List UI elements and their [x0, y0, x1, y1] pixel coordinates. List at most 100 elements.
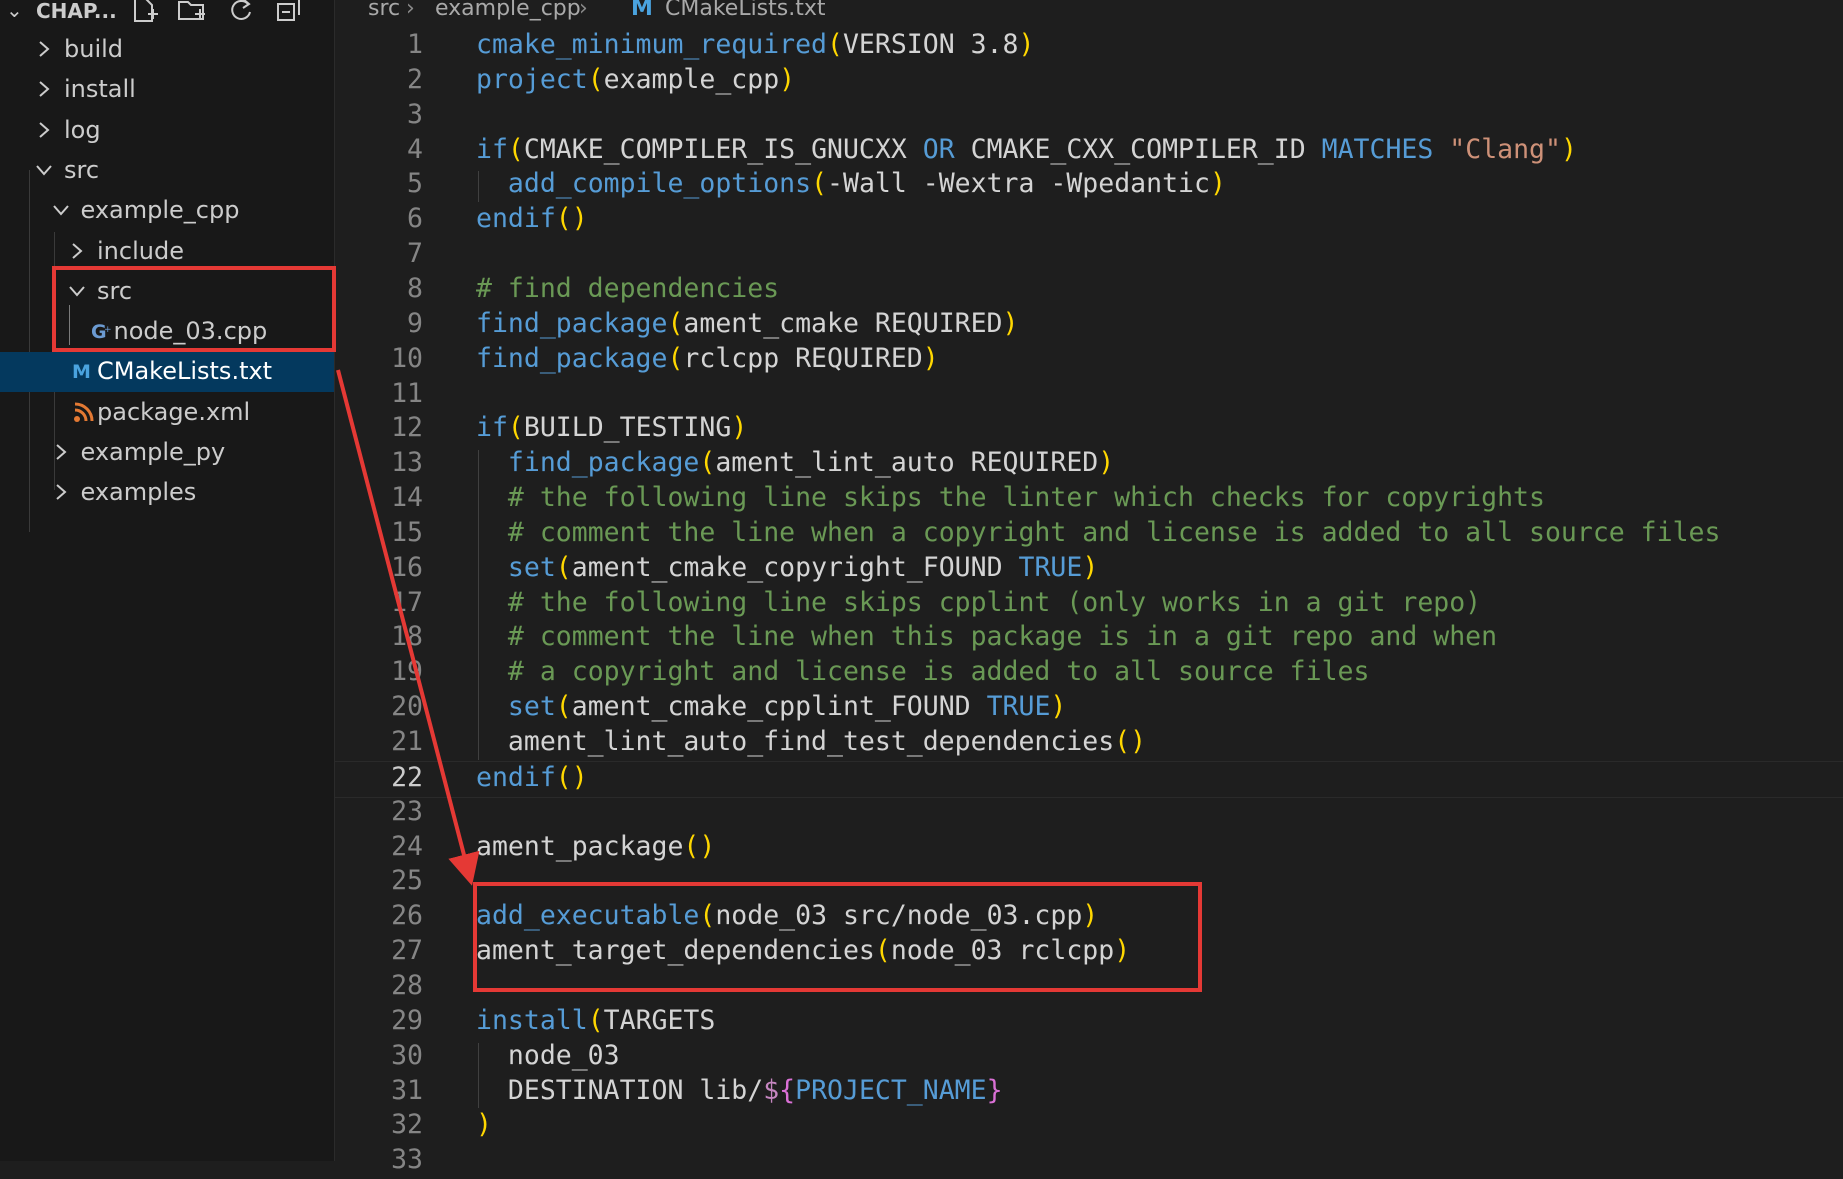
chevron-down-icon[interactable]	[51, 197, 71, 223]
code-token: (	[555, 691, 572, 723]
code-line[interactable]: 23	[335, 796, 1843, 831]
code-token: ()	[1114, 726, 1147, 757]
code-line[interactable]: 10 find_package(rclcpp REQUIRED)	[335, 343, 1843, 378]
code-line[interactable]: 21 ament_lint_auto_find_test_dependencie…	[335, 726, 1843, 761]
line-number: 33	[391, 1144, 423, 1176]
line-code[interactable]: set(ament_cmake_copyright_FOUND TRUE)	[476, 552, 1098, 583]
line-code[interactable]: # comment the line when a copyright and …	[476, 517, 1721, 548]
code-line[interactable]: 14 # the following line skips the linter…	[335, 482, 1843, 517]
new-folder-icon[interactable]	[176, 0, 210, 26]
collapse-all-icon[interactable]	[274, 0, 308, 26]
code-token: ament_cmake REQUIRED	[683, 307, 1003, 339]
line-code[interactable]: ament_lint_auto_find_test_dependencies()	[476, 726, 1146, 757]
breadcrumb-item-file[interactable]: CMakeLists.txt	[665, 0, 826, 21]
tree-item-label: example_cpp	[80, 196, 240, 225]
breadcrumb-separator-icon: ›	[406, 0, 415, 21]
code-line[interactable]: 16 set(ament_cmake_copyright_FOUND TRUE)	[335, 552, 1843, 587]
line-code[interactable]: ament_package()	[476, 831, 715, 862]
line-code[interactable]: # find dependencies	[476, 273, 779, 304]
line-code[interactable]: set(ament_cmake_cpplint_FOUND TRUE)	[476, 691, 1066, 722]
chevron-right-icon[interactable]	[34, 117, 54, 143]
line-code[interactable]: find_package(rclcpp REQUIRED)	[476, 343, 939, 374]
code-token: # the following line skips cpplint (only…	[507, 586, 1482, 618]
tree-folder[interactable]: example_cpp	[0, 191, 334, 231]
code-line[interactable]: 7	[335, 238, 1843, 273]
line-code[interactable]: find_package(ament_lint_auto REQUIRED)	[476, 447, 1114, 478]
explorer-header[interactable]: ⌄ CHAP...	[0, 0, 334, 24]
code-line[interactable]: 20 set(ament_cmake_cpplint_FOUND TRUE)	[335, 691, 1843, 726]
line-number: 29	[391, 1004, 423, 1036]
code-token: if	[476, 412, 508, 444]
refresh-icon[interactable]	[226, 0, 260, 26]
tree-item-label: include	[97, 236, 184, 265]
tree-file[interactable]: package.xml	[0, 393, 334, 433]
chevron-right-icon[interactable]	[34, 36, 54, 62]
code-line[interactable]: 13 find_package(ament_lint_auto REQUIRED…	[335, 447, 1843, 482]
line-code[interactable]: )	[476, 1109, 492, 1140]
tree-folder[interactable]: src	[0, 151, 334, 191]
tree-file[interactable]: M CMakeLists.txt	[0, 352, 334, 393]
code-line[interactable]: 1 cmake_minimum_required(VERSION 3.8)	[335, 29, 1843, 64]
breadcrumb-item-example-cpp[interactable]: example_cpp	[435, 0, 581, 21]
code-line[interactable]: 17 # the following line skips cpplint (o…	[335, 587, 1843, 622]
code-line[interactable]: 19 # a copyright and license is added to…	[335, 656, 1843, 691]
chevron-right-icon[interactable]	[67, 238, 87, 264]
code-line[interactable]: 8 # find dependencies	[335, 273, 1843, 308]
code-line[interactable]: 33	[335, 1144, 1843, 1179]
code-line[interactable]: 29 install(TARGETS	[335, 1005, 1843, 1040]
code-line[interactable]: 24 ament_package()	[335, 831, 1843, 866]
code-line[interactable]: 32)	[335, 1109, 1843, 1144]
code-line[interactable]: 9 find_package(ament_cmake REQUIRED)	[335, 308, 1843, 343]
line-code[interactable]: endif()	[476, 762, 588, 793]
code-line[interactable]: 12 if(BUILD_TESTING)	[335, 412, 1843, 447]
code-token: find_package	[476, 307, 668, 339]
tree-folder[interactable]: example_py	[0, 433, 334, 473]
line-number: 5	[407, 168, 423, 200]
line-code[interactable]: DESTINATION lib/${PROJECT_NAME}	[476, 1075, 1003, 1106]
code-token: (	[699, 447, 716, 479]
code-line[interactable]: 31 DESTINATION lib/${PROJECT_NAME}	[335, 1075, 1843, 1110]
chevron-down-icon[interactable]	[34, 157, 54, 183]
line-code[interactable]: find_package(ament_cmake REQUIRED)	[476, 308, 1018, 339]
line-code[interactable]: if(CMAKE_COMPILER_IS_GNUCXX OR CMAKE_CXX…	[476, 134, 1577, 165]
code-line[interactable]: 3	[335, 99, 1843, 134]
code-line[interactable]: 6 endif()	[335, 203, 1843, 238]
code-line[interactable]: 30 node_03	[335, 1040, 1843, 1075]
chevron-right-icon[interactable]	[51, 479, 71, 505]
code-token: endif	[476, 203, 556, 235]
line-code[interactable]: cmake_minimum_required(VERSION 3.8)	[476, 29, 1034, 60]
line-code[interactable]: # comment the line when this package is …	[476, 621, 1497, 652]
line-code[interactable]: # the following line skips the linter wh…	[476, 482, 1545, 513]
code-token: example_cpp	[603, 63, 780, 95]
code-line[interactable]: 4 if(CMAKE_COMPILER_IS_GNUCXX OR CMAKE_CX…	[335, 134, 1843, 169]
tree-folder[interactable]: examples	[0, 473, 334, 513]
code-line[interactable]: 11	[335, 378, 1843, 413]
breadcrumb-item-src[interactable]: src	[368, 0, 400, 21]
line-code[interactable]: add_compile_options(-Wall -Wextra -Wpeda…	[476, 168, 1226, 199]
code-token: OR	[922, 133, 955, 165]
line-code[interactable]: # the following line skips cpplint (only…	[476, 587, 1481, 618]
line-code[interactable]: endif()	[476, 203, 588, 234]
tree-folder[interactable]: build	[0, 30, 334, 70]
line-code[interactable]: install(TARGETS	[476, 1005, 715, 1036]
line-code[interactable]: if(BUILD_TESTING)	[476, 412, 747, 443]
code-line[interactable]: 18 # comment the line when this package …	[335, 621, 1843, 656]
tree-folder[interactable]: install	[0, 70, 334, 110]
chevron-right-icon[interactable]	[34, 76, 54, 102]
code-line[interactable]: 5 add_compile_options(-Wall -Wextra -Wpe…	[335, 168, 1843, 203]
explorer-title[interactable]: CHAP...	[36, 0, 117, 23]
line-number: 19	[391, 656, 423, 688]
chevron-right-icon[interactable]	[51, 439, 71, 465]
tree-folder[interactable]: log	[0, 111, 334, 151]
breadcrumb: src › example_cpp › M CMakeLists.txt	[335, 0, 1843, 30]
code-line[interactable]: 22 endif()	[335, 760, 1843, 798]
chevron-down-icon[interactable]: ⌄	[6, 0, 23, 22]
indent-guide	[478, 1042, 479, 1109]
code-token: install	[476, 1004, 588, 1036]
line-code[interactable]: project(example_cpp)	[476, 64, 795, 95]
new-file-icon[interactable]	[130, 0, 164, 26]
line-code[interactable]: # a copyright and license is added to al…	[476, 656, 1370, 687]
code-line[interactable]: 15 # comment the line when a copyright a…	[335, 517, 1843, 552]
code-line[interactable]: 2 project(example_cpp)	[335, 64, 1843, 99]
line-code[interactable]: node_03	[476, 1040, 620, 1071]
